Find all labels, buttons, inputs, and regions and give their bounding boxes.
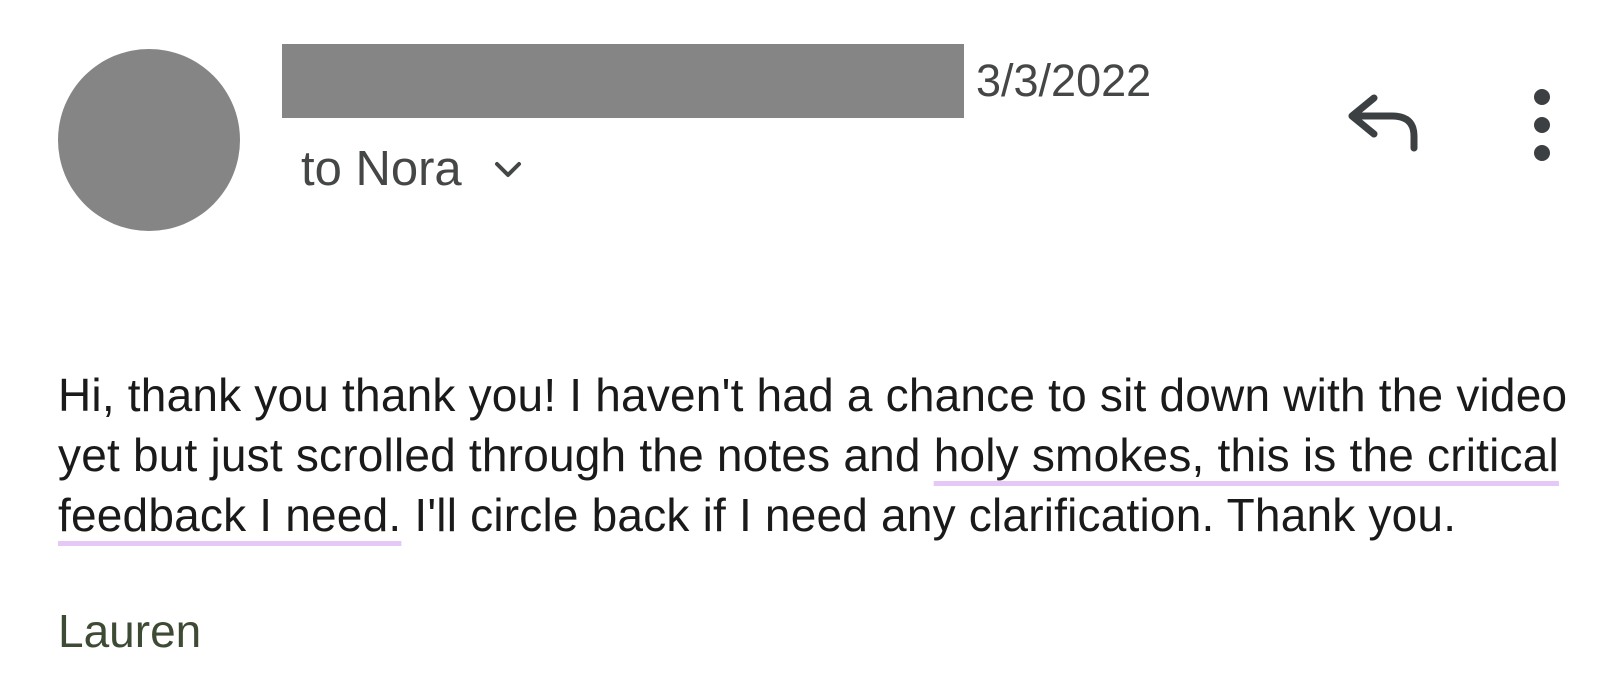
more-vert-icon <box>1534 89 1550 161</box>
message-date: 3/3/2022 <box>976 55 1152 106</box>
chevron-down-icon[interactable] <box>490 152 526 188</box>
reply-button[interactable] <box>1346 92 1422 156</box>
more-options-button[interactable] <box>1524 88 1560 162</box>
reply-icon <box>1348 94 1418 152</box>
message-text-after: I'll circle back if I need any clarifica… <box>401 489 1457 541</box>
signature: Lauren <box>58 605 202 657</box>
sender-name-redacted <box>282 44 964 118</box>
recipient-details-toggle[interactable]: to Nora <box>301 145 526 194</box>
message-body: Hi, thank you thank you! I haven't had a… <box>58 365 1588 545</box>
avatar[interactable] <box>58 49 240 231</box>
recipient-label: to Nora <box>301 142 462 196</box>
